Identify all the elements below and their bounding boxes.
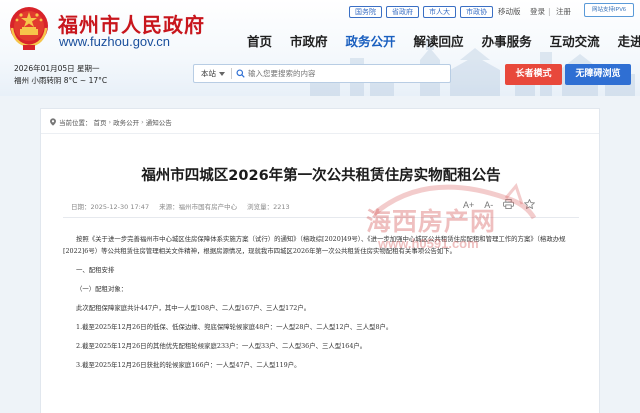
national-emblem-logo bbox=[10, 7, 48, 50]
divider: | bbox=[548, 7, 551, 16]
nav-item-services[interactable]: 办事服务 bbox=[473, 33, 541, 51]
location-icon bbox=[50, 118, 56, 126]
nav-item-interaction[interactable]: 互动交流 bbox=[541, 33, 609, 51]
nav-item-about-fuzhou[interactable]: 走进福州 bbox=[609, 33, 640, 51]
site-url: www.fuzhou.gov.cn bbox=[59, 34, 171, 49]
breadcrumb-separator: › bbox=[141, 118, 144, 126]
divider bbox=[41, 133, 599, 134]
nav-item-city-government[interactable]: 市政府 bbox=[281, 33, 337, 51]
search-bar: 本站 bbox=[193, 64, 451, 83]
register-link[interactable]: 注册 bbox=[556, 6, 571, 18]
publish-date: 日期：2025-12-30 17:47 bbox=[71, 203, 150, 211]
search-icon[interactable] bbox=[232, 69, 248, 78]
accessibility-button[interactable]: 无障碍浏览 bbox=[565, 64, 631, 85]
paragraph: 3.截至2025年12月26日获批的轮候家庭166户：一人型47户、二人型119… bbox=[76, 361, 301, 369]
breadcrumb-gov-affairs[interactable]: 政务公开 bbox=[113, 117, 139, 127]
date-weather: 2026年01月05日 星期一 福州 小雨转阴 8°C ~ 17°C bbox=[14, 63, 107, 87]
quick-link-cppcc[interactable]: 市政协 bbox=[460, 6, 493, 18]
ipv6-badge: 网站支持IPV6 bbox=[584, 3, 634, 17]
article-source: 来源：福州市国有房产中心 bbox=[159, 203, 238, 211]
article-body: 按照《关于进一步完善福州市中心城区住房保障体系实施方案（试行）的通知》（榕政综[… bbox=[63, 233, 581, 371]
search-scope-select[interactable]: 本站 bbox=[194, 68, 231, 79]
mobile-version-link[interactable]: 移动版 bbox=[498, 6, 521, 18]
login-link[interactable]: 登录 bbox=[530, 6, 545, 18]
breadcrumb-notices[interactable]: 通知公告 bbox=[146, 117, 172, 127]
print-icon[interactable] bbox=[503, 199, 515, 211]
favorite-star-icon[interactable] bbox=[523, 198, 536, 211]
section-heading: 一、配租安排 bbox=[76, 266, 115, 274]
divider bbox=[63, 217, 579, 218]
main-nav: 首页 市政府 政务公开 解读回应 办事服务 互动交流 走进福州 bbox=[238, 33, 640, 51]
article-title: 福州市四城区2026年第一次公共租赁住房实物配租公告 bbox=[141, 168, 501, 184]
breadcrumb-home[interactable]: 首页 bbox=[94, 117, 107, 127]
nav-item-government-affairs[interactable]: 政务公开 bbox=[337, 33, 405, 51]
quick-link-state-council[interactable]: 国务院 bbox=[349, 6, 382, 18]
breadcrumb-separator: › bbox=[108, 118, 112, 126]
current-date: 2026年01月05日 星期一 bbox=[14, 64, 100, 73]
paragraph: 1.截至2025年12月26日的低保、低保边缘、兜底保障轮候家庭48户：一人型2… bbox=[76, 323, 393, 331]
paragraph: 2.截至2025年12月26日的其他优先配租轮候家庭233户：一人型33户、二人… bbox=[76, 342, 367, 350]
view-count: 浏览量：2213 bbox=[247, 203, 290, 211]
watermark-text: 海西房产网 bbox=[366, 207, 497, 236]
quick-link-peoples-congress[interactable]: 市人大 bbox=[423, 6, 456, 18]
subsection-heading: （一）配租对象： bbox=[76, 285, 128, 293]
weather-info: 福州 小雨转阴 8°C ~ 17°C bbox=[14, 76, 108, 85]
chevron-down-icon bbox=[219, 71, 225, 76]
article-meta: 日期：2025-12-30 17:47 来源：福州市国有房产中心 浏览量：221… bbox=[71, 201, 290, 211]
nav-item-interpretation[interactable]: 解读回应 bbox=[405, 33, 473, 51]
quick-links: 国务院 省政府 市人大 市政协 bbox=[349, 6, 493, 18]
breadcrumb: 当前位置： 首页 › 政务公开 › 通知公告 bbox=[49, 117, 172, 127]
elder-mode-button[interactable]: 长者模式 bbox=[505, 64, 562, 85]
breadcrumb-label: 当前位置： bbox=[59, 119, 92, 127]
search-scope-label: 本站 bbox=[201, 69, 216, 78]
nav-item-home[interactable]: 首页 bbox=[238, 33, 281, 51]
article-intro: 按照《关于进一步完善福州市中心城区住房保障体系实施方案（试行）的通知》（榕政综[… bbox=[63, 235, 566, 255]
watermark-url: www.h0591.com bbox=[378, 236, 479, 251]
quick-link-provincial-gov[interactable]: 省政府 bbox=[386, 6, 419, 18]
site-header: 福州市人民政府 www.fuzhou.gov.cn 国务院 省政府 市人大 市政… bbox=[0, 0, 640, 96]
paragraph: 此次配租保障家庭共计447户，其中一人型108户、二人型167户、三人型172户… bbox=[76, 304, 311, 312]
article-card: 当前位置： 首页 › 政务公开 › 通知公告 福州市四城区2026年第一次公共租… bbox=[40, 108, 600, 413]
search-input[interactable] bbox=[248, 65, 450, 82]
